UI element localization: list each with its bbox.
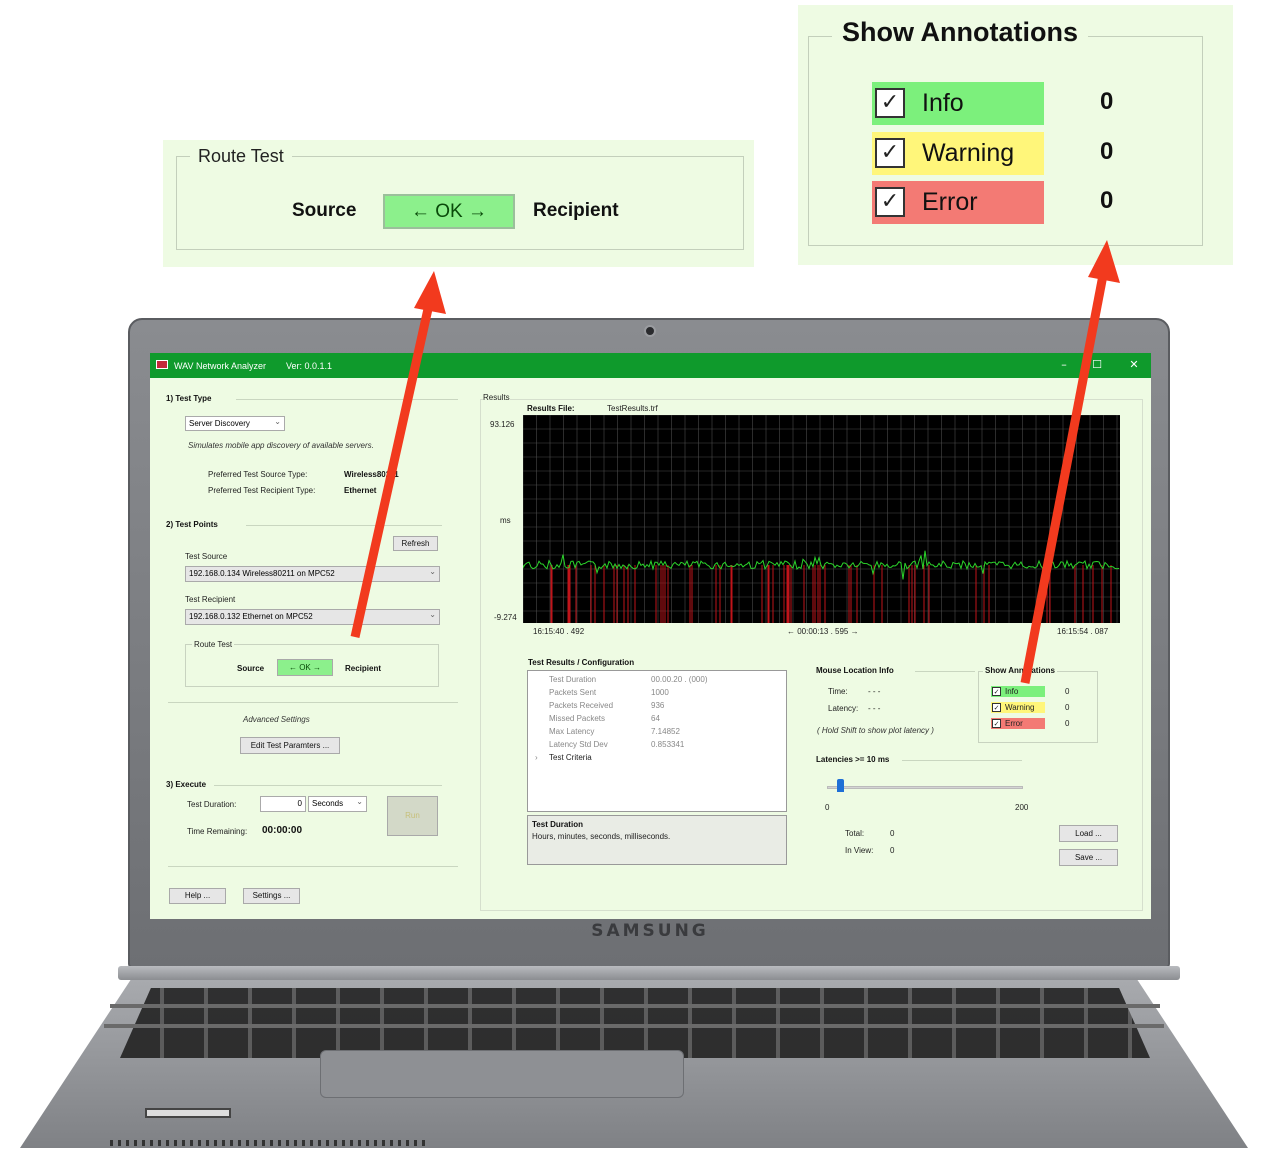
callout-arrows bbox=[350, 240, 1120, 684]
annotations-arrow-line bbox=[1020, 269, 1109, 684]
annotations-arrow-head bbox=[1088, 240, 1120, 283]
route-arrow-line bbox=[350, 299, 435, 638]
route-arrow-head bbox=[414, 271, 446, 314]
stage: SAMSUNG WAV Network Analyzer Ver: 0.0.1.… bbox=[0, 0, 1268, 1151]
